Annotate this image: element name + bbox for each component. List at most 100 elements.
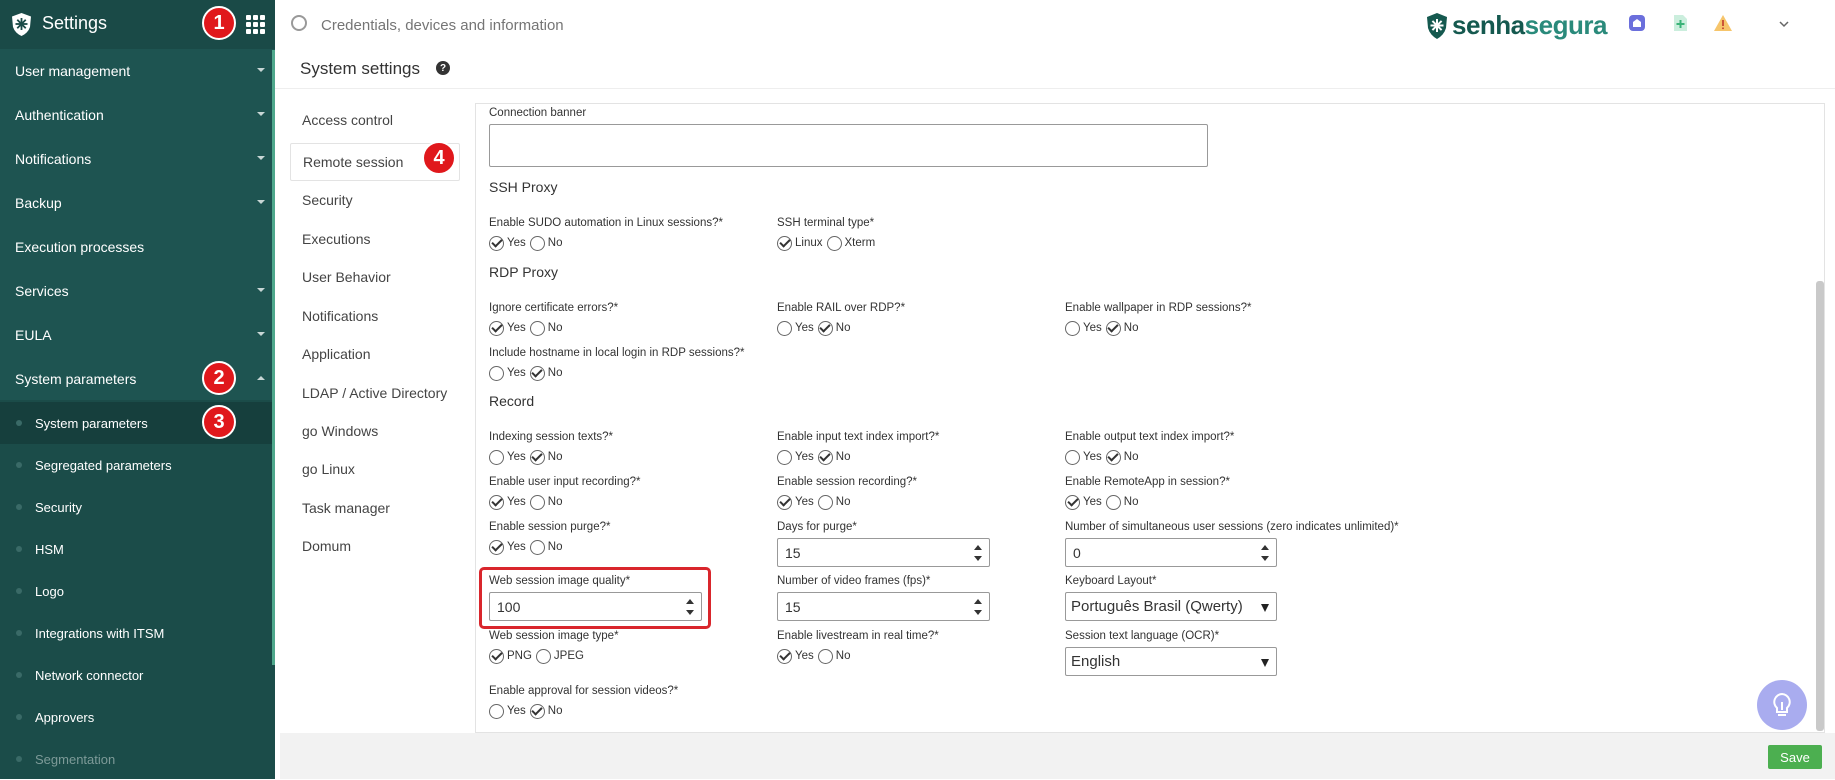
tab-go-windows[interactable]: go Windows xyxy=(290,412,460,450)
spinner-arrows-icon[interactable] xyxy=(974,545,982,561)
sidebar-menu-execution-processes[interactable]: Execution processes xyxy=(0,225,275,269)
radio-yes[interactable] xyxy=(1065,494,1080,510)
ocr-language-select[interactable]: English xyxy=(1065,647,1277,676)
ssh-terminal-label: SSH terminal type* xyxy=(777,217,875,229)
radio-no[interactable] xyxy=(529,449,545,465)
simul-sessions-input[interactable]: 0 xyxy=(1065,538,1277,567)
radio-no[interactable] xyxy=(817,494,833,510)
chevron-down-icon xyxy=(257,68,265,72)
tab-label: go Windows xyxy=(302,423,379,439)
sidebar-item-hsm[interactable]: HSM xyxy=(0,528,275,570)
tab-task-manager[interactable]: Task manager xyxy=(290,489,460,527)
search-input[interactable] xyxy=(321,13,801,37)
panel-scrollbar[interactable] xyxy=(1816,281,1824,731)
sidebar-menu-notifications[interactable]: Notifications xyxy=(0,137,275,181)
radio-no[interactable] xyxy=(529,703,545,719)
lightbulb-help-icon[interactable] xyxy=(1757,680,1807,730)
radio-no[interactable] xyxy=(529,494,545,510)
sidebar-menu-authentication[interactable]: Authentication xyxy=(0,93,275,137)
tab-notifications[interactable]: Notifications xyxy=(290,297,460,335)
radio-linux[interactable] xyxy=(777,235,792,251)
spinner-arrows-icon[interactable] xyxy=(974,599,982,615)
simul-sessions-value: 0 xyxy=(1073,544,1081,561)
tab-domum[interactable]: Domum xyxy=(290,527,460,565)
tab-user-behavior[interactable]: User Behavior xyxy=(290,258,460,296)
home-icon[interactable] xyxy=(1627,13,1647,33)
purge-label: Enable session purge?* xyxy=(489,521,611,533)
brand-name: senhasegura xyxy=(1452,10,1607,41)
help-icon[interactable]: ? xyxy=(436,61,450,75)
tab-executions[interactable]: Executions xyxy=(290,220,460,258)
radio-yes[interactable] xyxy=(777,494,792,510)
tab-application[interactable]: Application xyxy=(290,335,460,373)
radio-yes[interactable] xyxy=(777,449,792,465)
radio-yes[interactable] xyxy=(489,320,504,336)
radio-no[interactable] xyxy=(1105,449,1121,465)
radio-yes[interactable] xyxy=(489,449,504,465)
sidebar-item-network-connector[interactable]: Network connector xyxy=(0,654,275,696)
days-purge-input[interactable]: 15 xyxy=(777,538,990,567)
tab-access-control[interactable]: Access control xyxy=(290,101,460,139)
radio-yes[interactable] xyxy=(489,235,504,251)
tab-go-linux[interactable]: go Linux xyxy=(290,450,460,488)
sidebar-menu-eula[interactable]: EULA xyxy=(0,313,275,357)
radio-yes[interactable] xyxy=(489,539,504,555)
fps-input[interactable]: 15 xyxy=(777,592,990,621)
keyboard-layout-value: Português Brasil (Qwerty) xyxy=(1071,598,1243,615)
radio-yes[interactable] xyxy=(489,494,504,510)
radio-jpeg[interactable] xyxy=(535,648,551,664)
radio-yes[interactable] xyxy=(1065,320,1080,336)
radio-yes-label: Yes xyxy=(795,322,814,334)
radio-yes[interactable] xyxy=(777,648,792,664)
sidebar-menu-services[interactable]: Services xyxy=(0,269,275,313)
user-input-label: Enable user input recording?* xyxy=(489,476,641,488)
tab-ldap[interactable]: LDAP / Active Directory xyxy=(290,374,460,412)
radio-yes[interactable] xyxy=(777,320,792,336)
radio-yes[interactable] xyxy=(1065,449,1080,465)
radio-yes-label: Yes xyxy=(507,705,526,717)
radio-no[interactable] xyxy=(817,648,833,664)
sidebar-item-segmentation[interactable]: Segmentation xyxy=(0,738,275,780)
radio-no[interactable] xyxy=(817,449,833,465)
add-document-icon[interactable] xyxy=(1670,13,1690,33)
connection-banner-textarea[interactable] xyxy=(489,124,1208,167)
sudo-radio-group: Yes No xyxy=(489,235,566,251)
tab-security[interactable]: Security xyxy=(290,181,460,219)
radio-no[interactable] xyxy=(529,235,545,251)
radio-yes[interactable] xyxy=(489,703,504,719)
radio-xterm[interactable] xyxy=(826,235,842,251)
fps-label: Number of video frames (fps)* xyxy=(777,575,931,587)
session-rec-radio-group: Yes No xyxy=(777,494,854,510)
sidebar-item-integrations-itsm[interactable]: Integrations with ITSM xyxy=(0,612,275,654)
chevron-up-icon xyxy=(257,376,265,380)
radio-no[interactable] xyxy=(529,539,545,555)
radio-no[interactable] xyxy=(1105,320,1121,336)
user-menu-chevron-icon[interactable] xyxy=(1778,20,1790,28)
sidebar-item-security[interactable]: Security xyxy=(0,486,275,528)
radio-no-label: No xyxy=(547,237,563,249)
keyboard-layout-select[interactable]: Português Brasil (Qwerty) xyxy=(1065,592,1277,621)
chevron-down-icon xyxy=(257,288,265,292)
sidebar-menu-user-management[interactable]: User management xyxy=(0,49,275,93)
radio-yes[interactable] xyxy=(489,365,504,381)
radio-no[interactable] xyxy=(1105,494,1121,510)
indexing-label: Indexing session texts?* xyxy=(489,431,614,443)
radio-no[interactable] xyxy=(529,320,545,336)
radio-png[interactable] xyxy=(489,648,504,664)
sidebar-item-logo[interactable]: Logo xyxy=(0,570,275,612)
brand-logo: senhasegura xyxy=(1425,10,1607,41)
tab-label: Access control xyxy=(302,112,394,128)
save-button[interactable]: Save xyxy=(1768,745,1822,769)
sidebar-item-approvers[interactable]: Approvers xyxy=(0,696,275,738)
sidebar-item-segregated-parameters[interactable]: Segregated parameters xyxy=(0,444,275,486)
radio-no[interactable] xyxy=(817,320,833,336)
apps-grid-icon[interactable] xyxy=(246,15,266,34)
radio-no[interactable] xyxy=(529,365,545,381)
page-title: System settings xyxy=(300,59,420,78)
sidebar-menu-backup[interactable]: Backup xyxy=(0,181,275,225)
remote-session-panel: Connection banner SSH Proxy Enable SUDO … xyxy=(475,103,1825,733)
sidebar-item-label: Approvers xyxy=(35,709,95,725)
warning-icon[interactable] xyxy=(1713,13,1733,33)
sidebar-menu-label: Notifications xyxy=(15,151,92,167)
spinner-arrows-icon[interactable] xyxy=(1261,545,1269,561)
